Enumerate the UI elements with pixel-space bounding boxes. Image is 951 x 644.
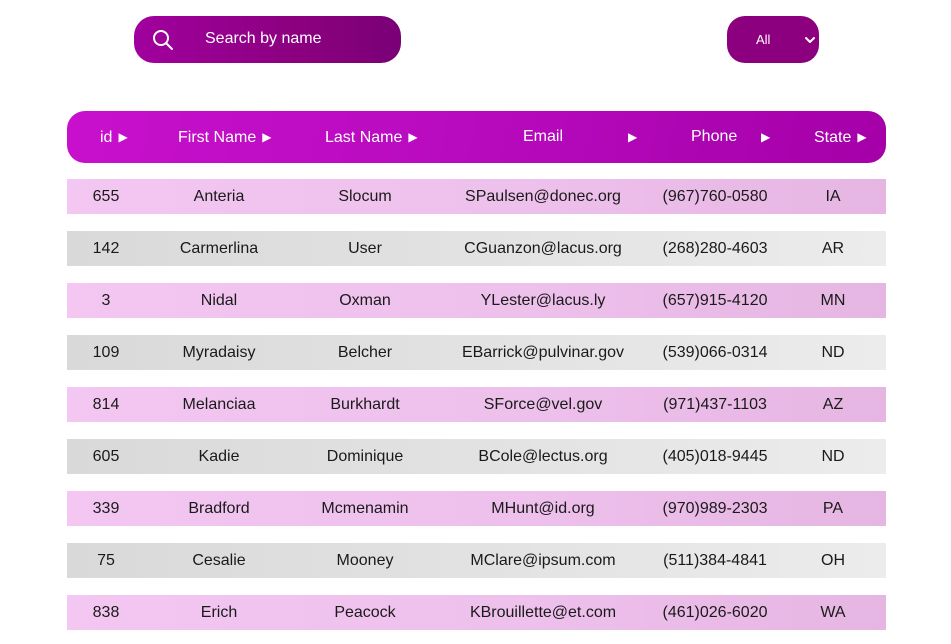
cell-email: SPaulsen@donec.org (465, 188, 621, 205)
cell-state: OH (821, 552, 845, 569)
filter-selected-value: All (756, 32, 771, 47)
cell-id: 75 (97, 552, 115, 569)
cell-phone: (539)066-0314 (662, 344, 768, 361)
sort-arrow-icon[interactable]: ▶ (408, 111, 417, 163)
cell-last-name: Peacock (334, 604, 396, 621)
search-box[interactable] (134, 16, 401, 63)
table-row[interactable]: 655 Anteria Slocum SPaulsen@donec.org (9… (67, 179, 886, 214)
cell-id: 142 (92, 240, 120, 257)
column-header-first-name[interactable]: First Name ▶ (178, 111, 271, 163)
search-input[interactable] (205, 27, 385, 51)
table-row[interactable]: 838 Erich Peacock KBrouillette@et.com (4… (67, 595, 886, 630)
table-row[interactable]: 339 Bradford Mcmenamin MHunt@id.org (970… (67, 491, 886, 526)
cell-state: MN (820, 292, 846, 309)
chevron-down-icon (804, 33, 816, 45)
column-header-phone[interactable]: Phone ▶ (691, 111, 771, 163)
cell-email: SForce@vel.gov (483, 396, 603, 413)
cell-id: 3 (101, 292, 111, 309)
cell-id: 838 (92, 604, 120, 621)
search-icon[interactable] (152, 29, 174, 51)
cell-state: AR (821, 240, 845, 257)
cell-phone: (268)280-4603 (662, 240, 768, 257)
cell-state: AZ (822, 396, 844, 413)
cell-email: YLester@lacus.ly (480, 292, 606, 309)
table-row[interactable]: 75 Cesalie Mooney MClare@ipsum.com (511)… (67, 543, 886, 578)
cell-id: 339 (92, 500, 120, 517)
column-header-label: First Name (178, 129, 257, 146)
cell-last-name: Mooney (336, 552, 394, 569)
cell-phone: (511)384-4841 (663, 552, 767, 569)
table-header: id ▶ First Name ▶ Last Name ▶ Email ▶ Phone ▶… (67, 111, 886, 163)
cell-state: PA (822, 500, 844, 517)
cell-phone: (461)026-6020 (662, 604, 768, 621)
sort-arrow-icon[interactable]: ▶ (628, 111, 637, 163)
cell-first-name: Bradford (188, 500, 250, 517)
cell-email: MClare@ipsum.com (470, 552, 616, 569)
cell-email: MHunt@id.org (491, 500, 595, 517)
table-row[interactable]: 109 Myradaisy Belcher EBarrick@pulvinar.… (67, 335, 886, 370)
cell-last-name: Mcmenamin (321, 500, 409, 517)
column-header-id[interactable]: id ▶ (100, 111, 128, 163)
sort-arrow-icon[interactable]: ▶ (262, 111, 271, 163)
sort-arrow-icon[interactable]: ▶ (118, 111, 127, 163)
cell-id: 814 (92, 396, 120, 413)
cell-first-name: Carmerlina (179, 240, 259, 257)
cell-first-name: Erich (200, 604, 238, 621)
cell-first-name: Melanciaa (182, 396, 256, 413)
cell-phone: (971)437-1103 (663, 396, 767, 413)
column-header-label: Phone (691, 128, 738, 145)
cell-email: EBarrick@pulvinar.gov (461, 344, 625, 361)
sort-arrow-icon[interactable]: ▶ (857, 111, 866, 163)
cell-state: IA (825, 188, 841, 205)
cell-phone: (970)989-2303 (662, 500, 768, 517)
column-header-last-name[interactable]: Last Name ▶ (325, 111, 418, 163)
table-row[interactable]: 605 Kadie Dominique BCole@lectus.org (40… (67, 439, 886, 474)
cell-state: WA (820, 604, 846, 621)
cell-email: CGuanzon@lacus.org (464, 240, 622, 257)
cell-first-name: Nidal (200, 292, 238, 309)
cell-email: KBrouillette@et.com (469, 604, 617, 621)
column-header-state[interactable]: State ▶ (814, 111, 867, 163)
cell-first-name: Myradaisy (182, 344, 256, 361)
cell-last-name: Slocum (338, 188, 392, 205)
sort-arrow-icon[interactable]: ▶ (761, 111, 770, 163)
cell-last-name: Dominique (326, 448, 404, 465)
cell-email: BCole@lectus.org (478, 448, 608, 465)
table-row[interactable]: 142 Carmerlina User CGuanzon@lacus.org (… (67, 231, 886, 266)
cell-phone: (657)915-4120 (662, 292, 768, 309)
cell-first-name: Cesalie (192, 552, 246, 569)
column-header-label: Last Name (325, 129, 403, 146)
cell-first-name: Anteria (193, 188, 245, 205)
cell-state: ND (821, 344, 845, 361)
cell-id: 109 (92, 344, 120, 361)
cell-state: ND (821, 448, 845, 465)
state-filter-select[interactable]: All (727, 16, 819, 63)
cell-id: 655 (92, 188, 120, 205)
cell-last-name: Burkhardt (330, 396, 400, 413)
table-row[interactable]: 3 Nidal Oxman YLester@lacus.ly (657)915-… (67, 283, 886, 318)
cell-last-name: User (348, 240, 382, 257)
cell-last-name: Belcher (337, 344, 393, 361)
cell-first-name: Kadie (198, 448, 240, 465)
cell-phone: (405)018-9445 (662, 448, 768, 465)
cell-last-name: Oxman (339, 292, 391, 309)
cell-id: 605 (92, 448, 120, 465)
table-row[interactable]: 814 Melanciaa Burkhardt SForce@vel.gov (… (67, 387, 886, 422)
cell-phone: (967)760-0580 (662, 188, 768, 205)
column-header-email[interactable]: Email ▶ (523, 111, 637, 163)
column-header-label: id (100, 129, 113, 146)
column-header-label: State (814, 129, 852, 146)
column-header-label: Email (523, 128, 564, 145)
